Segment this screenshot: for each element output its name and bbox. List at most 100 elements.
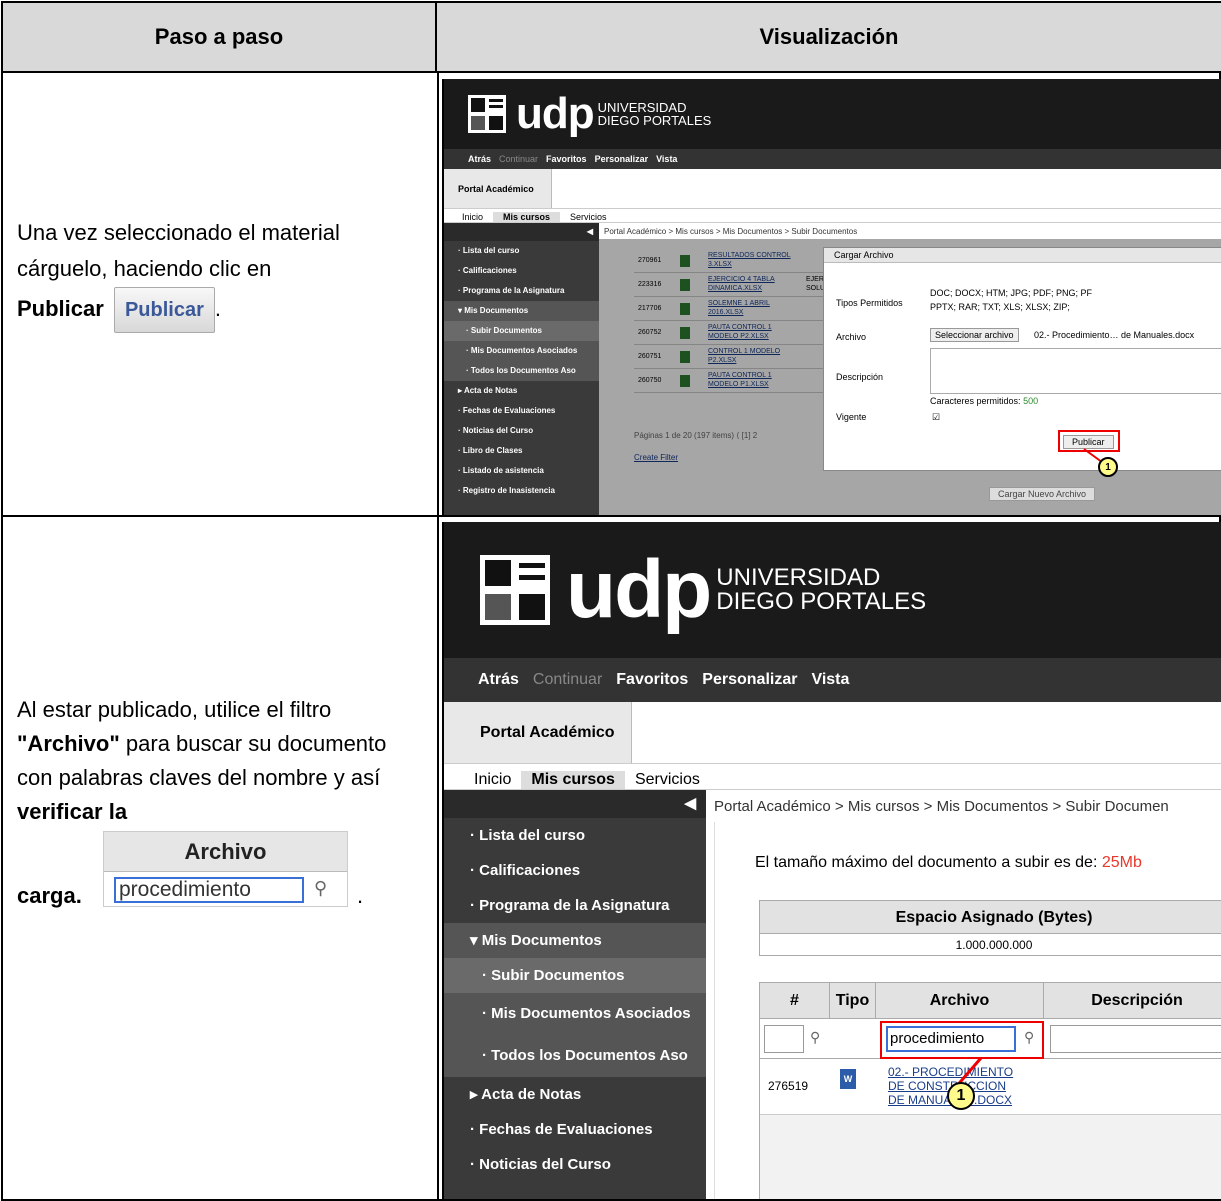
- step-2-period: .: [357, 883, 364, 908]
- sidebar-item-listado[interactable]: · Listado de asistencia: [444, 461, 599, 481]
- udp-brand-2: udp: [566, 544, 712, 635]
- nav-vista[interactable]: Vista: [656, 154, 677, 164]
- nav-personalizar[interactable]: Personalizar: [595, 154, 649, 164]
- step-1-bold: Publicar: [17, 295, 104, 321]
- sidebar-item-mis-documentos[interactable]: ▾ Mis Documentos: [444, 301, 599, 321]
- sidebar-item-lista[interactable]: · Lista del curso: [444, 241, 599, 261]
- header-paso-a-paso: Paso a paso: [3, 3, 437, 73]
- tab-inicio[interactable]: Inicio: [452, 212, 493, 222]
- sidebar2-programa[interactable]: · Programa de la Asignatura: [444, 888, 706, 923]
- brand-line2: DIEGO PORTALES: [597, 113, 712, 128]
- step-1-desc: Una vez seleccionado el material cárguel…: [17, 220, 340, 281]
- nav-back-2[interactable]: Atrás: [478, 671, 519, 689]
- archivo-label: Archivo: [836, 332, 867, 342]
- col-tipo[interactable]: Tipo: [830, 983, 876, 1019]
- step-2-desc-a: Al estar publicado, utilice el filtro: [17, 697, 332, 722]
- sidebar2-acta[interactable]: ▸ Acta de Notas: [444, 1077, 706, 1112]
- sidebar2-noticias[interactable]: · Noticias del Curso: [444, 1147, 706, 1182]
- screenshot-upload-dialog: udp UNIVERSIDAD DIEGO PORTALES Atrás Con…: [442, 79, 1221, 515]
- seleccionar-archivo-button[interactable]: Seleccionar archivo: [930, 328, 1019, 342]
- nav-favoritos[interactable]: Favoritos: [546, 154, 587, 164]
- nav-continue[interactable]: Continuar: [499, 154, 538, 164]
- sidebar-item-subir[interactable]: · Subir Documentos: [444, 321, 599, 341]
- column-divider: [437, 73, 439, 1199]
- brand-line2-2: DIEGO PORTALES: [716, 588, 927, 615]
- sidebar2-calificaciones[interactable]: · Calificaciones: [444, 853, 706, 888]
- row-divider: [3, 515, 1221, 517]
- tipos-line2: PPTX; RAR; TXT; XLS; XLSX; ZIP;: [930, 302, 1070, 312]
- filter-id-input[interactable]: [764, 1025, 804, 1053]
- sidebar-item-noticias[interactable]: · Noticias del Curso: [444, 421, 599, 441]
- sidebar-item-fechas[interactable]: · Fechas de Evaluaciones: [444, 401, 599, 421]
- selected-file-name: 02.- Procedimiento… de Manuales.docx: [1034, 330, 1195, 340]
- nav-personalizar-2[interactable]: Personalizar: [702, 671, 797, 689]
- filter-illustration-input: procedimiento: [114, 877, 304, 903]
- udp-crest-icon-2: [480, 555, 550, 625]
- tab-servicios-2[interactable]: Servicios: [625, 771, 710, 789]
- espacio-header: Espacio Asignado (Bytes): [759, 900, 1221, 934]
- sidebar2-todos[interactable]: · Todos los Documentos Aso: [444, 1035, 706, 1077]
- header-visualizacion: Visualización: [437, 3, 1221, 73]
- col-descripcion[interactable]: Descripción: [1044, 983, 1221, 1019]
- nav-favoritos-2[interactable]: Favoritos: [616, 671, 688, 689]
- sidebar-item-libro[interactable]: · Libro de Clases: [444, 441, 599, 461]
- sidebar-2: ◀ · Lista del curso · Calificaciones · P…: [444, 790, 706, 1199]
- descripcion-textarea[interactable]: [930, 348, 1221, 394]
- cargar-nuevo-button[interactable]: Cargar Nuevo Archivo: [989, 487, 1096, 501]
- portal-bar: Portal Académico: [444, 169, 1221, 209]
- nav-vista-2[interactable]: Vista: [811, 671, 849, 689]
- sidebar-item-acta[interactable]: ▸ Acta de Notas: [444, 381, 599, 401]
- instruction-table: Paso a paso Visualización Una vez selecc…: [1, 1, 1221, 1201]
- step-2-bold-carga: carga.: [17, 883, 82, 908]
- sidebar-item-todos[interactable]: · Todos los Documentos Aso: [444, 361, 599, 381]
- step-1-period: .: [214, 295, 221, 321]
- sidebar2-asociados[interactable]: · Mis Documentos Asociados: [444, 993, 706, 1035]
- filter-id-icon[interactable]: ⚲: [810, 1029, 820, 1046]
- sidebar2-mis-documentos[interactable]: ▾ Mis Documentos: [444, 923, 706, 958]
- word-doc-icon: W: [840, 1069, 856, 1089]
- portal-tab[interactable]: Portal Académico: [444, 169, 552, 208]
- breadcrumb: Portal Académico > Mis cursos > Mis Docu…: [604, 227, 858, 236]
- udp-brand: udp: [516, 89, 595, 138]
- sidebar2-subir[interactable]: · Subir Documentos: [444, 958, 706, 993]
- tab-servicios[interactable]: Servicios: [560, 212, 617, 222]
- browser-nav: Atrás Continuar Favoritos Personalizar V…: [444, 149, 1221, 169]
- sidebar-item-registro[interactable]: · Registro de Inasistencia: [444, 481, 599, 501]
- screenshot-filter: udp UNIVERSIDAD DIEGO PORTALES Atrás Con…: [442, 522, 1221, 1199]
- vigente-checkbox[interactable]: ☑: [932, 412, 940, 423]
- content-area-2: El tamaño máximo del documento a subir e…: [714, 822, 1221, 1199]
- tab-mis-cursos-2[interactable]: Mis cursos: [521, 771, 625, 789]
- sidebar: ◀ · Lista del curso · Calificaciones · P…: [444, 223, 599, 515]
- breadcrumb-2: Portal Académico > Mis cursos > Mis Docu…: [714, 798, 1169, 815]
- tab-inicio-2[interactable]: Inicio: [464, 771, 521, 789]
- step-2-text: Al estar publicado, utilice el filtro "A…: [17, 693, 427, 829]
- vigente-label: Vigente: [836, 412, 867, 422]
- nav-continue-2[interactable]: Continuar: [533, 671, 602, 689]
- filter-descripcion-input[interactable]: [1050, 1025, 1221, 1053]
- callout-1-filter: 1: [947, 1082, 975, 1110]
- sidebar-item-programa[interactable]: · Programa de la Asignatura: [444, 281, 599, 301]
- tabs-2: Inicio Mis cursos Servicios: [444, 764, 1221, 790]
- portal-bar-2: Portal Académico: [444, 702, 1221, 764]
- sidebar-item-calificaciones[interactable]: · Calificaciones: [444, 261, 599, 281]
- sidebar2-lista[interactable]: · Lista del curso: [444, 818, 706, 853]
- sidebar2-fechas[interactable]: · Fechas de Evaluaciones: [444, 1112, 706, 1147]
- publicar-button-image: Publicar: [113, 287, 215, 333]
- tabs: Inicio Mis cursos Servicios: [444, 209, 1221, 223]
- col-archivo[interactable]: Archivo: [876, 983, 1044, 1019]
- descripcion-label: Descripción: [836, 372, 884, 382]
- tipos-line1: DOC; DOCX; HTM; JPG; PDF; PNG; PF: [930, 288, 1093, 298]
- tab-mis-cursos[interactable]: Mis cursos: [493, 212, 561, 222]
- udp-brand-name-2: UNIVERSIDAD DIEGO PORTALES: [716, 566, 926, 614]
- collapse-icon[interactable]: ◀: [444, 223, 599, 241]
- row-id: 276519: [768, 1079, 809, 1093]
- col-id[interactable]: #: [760, 983, 830, 1019]
- nav-back[interactable]: Atrás: [468, 154, 491, 164]
- collapse-icon-2[interactable]: ◀: [444, 790, 706, 818]
- max-size-info: El tamaño máximo del documento a subir e…: [755, 854, 1142, 871]
- udp-header: udp UNIVERSIDAD DIEGO PORTALES: [444, 79, 1221, 149]
- sidebar-item-asociados[interactable]: · Mis Documentos Asociados: [444, 341, 599, 361]
- udp-crest-icon: [468, 95, 506, 133]
- portal-tab-2[interactable]: Portal Académico: [444, 702, 632, 763]
- callout-1-publicar: 1: [1098, 457, 1118, 477]
